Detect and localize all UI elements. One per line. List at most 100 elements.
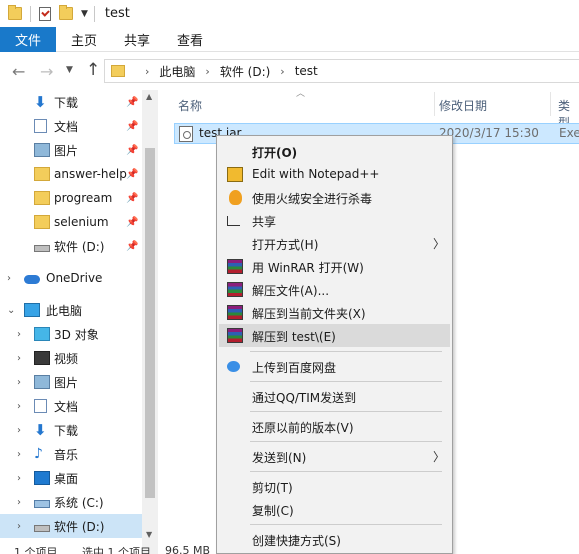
chevron-right-icon[interactable]: › <box>17 473 21 484</box>
menu-separator <box>250 381 442 382</box>
tab-view[interactable]: 查看 <box>177 27 203 52</box>
menu-item-extract-files[interactable]: 解压文件(A)... <box>219 278 450 301</box>
chevron-right-icon[interactable]: › <box>145 65 149 78</box>
tab-file[interactable]: 文件 <box>0 27 56 52</box>
music-icon: ♪ <box>34 446 43 462</box>
address-bar[interactable]: › 此电脑 › 软件 (D:) › test <box>104 59 579 83</box>
pin-icon[interactable]: 📌 <box>126 121 138 132</box>
nav-item-drive-d-quick[interactable]: 软件 (D:) 📌 <box>0 234 142 258</box>
chevron-right-icon[interactable]: › <box>17 521 21 532</box>
menu-item-copy[interactable]: 复制(C) <box>219 498 450 521</box>
baidu-cloud-icon <box>227 361 240 372</box>
chevron-right-icon[interactable]: › <box>17 377 21 388</box>
pin-icon[interactable]: 📌 <box>126 145 138 156</box>
properties-icon[interactable] <box>39 6 51 21</box>
pin-icon[interactable]: 📌 <box>126 241 138 252</box>
computer-icon <box>24 303 40 317</box>
menu-item-send-to[interactable]: 发送到(N) 〉 <box>219 445 450 468</box>
nav-item-videos[interactable]: › 视频 <box>0 346 142 370</box>
scroll-up-icon[interactable]: ▲ <box>146 92 152 101</box>
nav-item-answer-help[interactable]: answer-help 📌 <box>0 162 142 186</box>
nav-item-selenium[interactable]: selenium 📌 <box>0 210 142 234</box>
nav-scroll-thumb[interactable] <box>145 148 155 498</box>
pin-icon[interactable]: 📌 <box>126 169 138 180</box>
menu-item-extract-here[interactable]: 解压到当前文件夹(X) <box>219 301 450 324</box>
pin-icon[interactable]: 📌 <box>126 193 138 204</box>
new-folder-icon[interactable] <box>59 5 73 20</box>
chevron-right-icon[interactable]: › <box>17 497 21 508</box>
breadcrumb-drive-d[interactable]: 软件 (D:) <box>220 63 270 80</box>
breadcrumb-this-pc[interactable]: 此电脑 <box>159 63 195 80</box>
nav-scrollbar[interactable]: ▲ ▼ <box>142 90 158 554</box>
navigation-pane: ⬇ 下载 📌 文档 📌 图片 📌 answer-help 📌 progream … <box>0 90 158 554</box>
breadcrumb-test[interactable]: test <box>295 64 318 78</box>
nav-item-pc-documents[interactable]: › 文档 <box>0 394 142 418</box>
nav-item-progream[interactable]: progream 📌 <box>0 186 142 210</box>
menu-item-open[interactable]: 打开(O) <box>219 140 450 163</box>
sort-ascending-icon: ︿ <box>296 89 306 99</box>
nav-item-music[interactable]: › ♪ 音乐 <box>0 442 142 466</box>
menu-item-huorong-scan[interactable]: 使用火绒安全进行杀毒 <box>219 186 450 209</box>
nav-item-3d-objects[interactable]: › 3D 对象 <box>0 322 142 346</box>
ribbon: 文件 主页 共享 查看 <box>0 27 579 52</box>
menu-item-extract-to-test[interactable]: 解压到 test\(E) <box>219 324 450 347</box>
nav-item-this-pc[interactable]: ⌄ 此电脑 <box>0 298 142 322</box>
nav-item-drive-c[interactable]: › 系统 (C:) <box>0 490 142 514</box>
nav-item-drive-d[interactable]: › 软件 (D:) <box>0 514 142 538</box>
column-date[interactable]: 修改日期 <box>439 97 487 114</box>
chevron-right-icon[interactable]: › <box>17 329 21 340</box>
menu-item-winrar-open[interactable]: 用 WinRAR 打开(W) <box>219 255 450 278</box>
drive-icon <box>34 524 50 532</box>
winrar-icon <box>227 259 243 274</box>
menu-separator <box>250 351 442 352</box>
nav-item-pc-pictures[interactable]: › 图片 <box>0 370 142 394</box>
tab-home[interactable]: 主页 <box>71 27 97 52</box>
chevron-down-icon[interactable]: ▼ <box>81 9 88 19</box>
scroll-down-icon[interactable]: ▼ <box>146 530 152 539</box>
folder-icon <box>34 167 50 181</box>
chevron-right-icon[interactable]: › <box>17 401 21 412</box>
document-icon <box>34 399 47 413</box>
pictures-icon <box>34 375 50 389</box>
back-arrow-icon[interactable]: ← <box>12 62 25 81</box>
nav-item-desktop[interactable]: › 桌面 <box>0 466 142 490</box>
nav-item-pc-downloads[interactable]: › ⬇ 下载 <box>0 418 142 442</box>
tab-share[interactable]: 共享 <box>124 27 150 52</box>
chevron-right-icon[interactable]: › <box>205 65 209 78</box>
menu-item-create-shortcut[interactable]: 创建快捷方式(S) <box>219 528 450 551</box>
notepadpp-icon <box>227 167 243 182</box>
pin-icon[interactable]: 📌 <box>126 97 138 108</box>
menu-item-open-with[interactable]: 打开方式(H) 〉 <box>219 232 450 255</box>
file-type: Exe <box>559 126 579 140</box>
nav-item-pictures[interactable]: 图片 📌 <box>0 138 142 162</box>
up-arrow-icon[interactable]: ↑ <box>86 60 100 80</box>
chevron-right-icon[interactable]: › <box>280 65 284 78</box>
chevron-right-icon[interactable]: › <box>17 449 21 460</box>
jar-file-icon <box>179 126 193 142</box>
forward-arrow-icon[interactable]: → <box>40 62 53 81</box>
pictures-icon <box>34 143 50 157</box>
column-divider[interactable] <box>434 92 435 116</box>
nav-item-downloads[interactable]: ⬇ 下载 📌 <box>0 90 142 114</box>
drive-icon <box>34 244 50 252</box>
folder-icon <box>34 191 50 205</box>
chevron-right-icon[interactable]: › <box>17 353 21 364</box>
menu-item-qq-send[interactable]: 通过QQ/TIM发送到 <box>219 385 450 408</box>
chevron-down-icon[interactable]: ⌄ <box>7 305 15 316</box>
nav-item-onedrive[interactable]: › OneDrive <box>0 266 142 290</box>
document-icon <box>34 119 47 133</box>
column-divider[interactable] <box>550 92 551 116</box>
column-name[interactable]: 名称 <box>178 97 202 114</box>
huorong-shield-icon <box>229 190 242 205</box>
menu-item-restore-versions[interactable]: 还原以前的版本(V) <box>219 415 450 438</box>
chevron-right-icon[interactable]: › <box>7 273 11 284</box>
menu-item-share[interactable]: 共享 <box>219 209 450 232</box>
pin-icon[interactable]: 📌 <box>126 217 138 228</box>
menu-item-baidu-upload[interactable]: 上传到百度网盘 <box>219 355 450 378</box>
chevron-down-icon[interactable]: ▼ <box>66 65 73 75</box>
nav-item-documents[interactable]: 文档 📌 <box>0 114 142 138</box>
chevron-right-icon[interactable]: › <box>17 425 21 436</box>
menu-item-cut[interactable]: 剪切(T) <box>219 475 450 498</box>
status-size: 96.5 MB <box>165 546 211 554</box>
menu-item-notepadpp[interactable]: Edit with Notepad++ <box>219 163 450 186</box>
